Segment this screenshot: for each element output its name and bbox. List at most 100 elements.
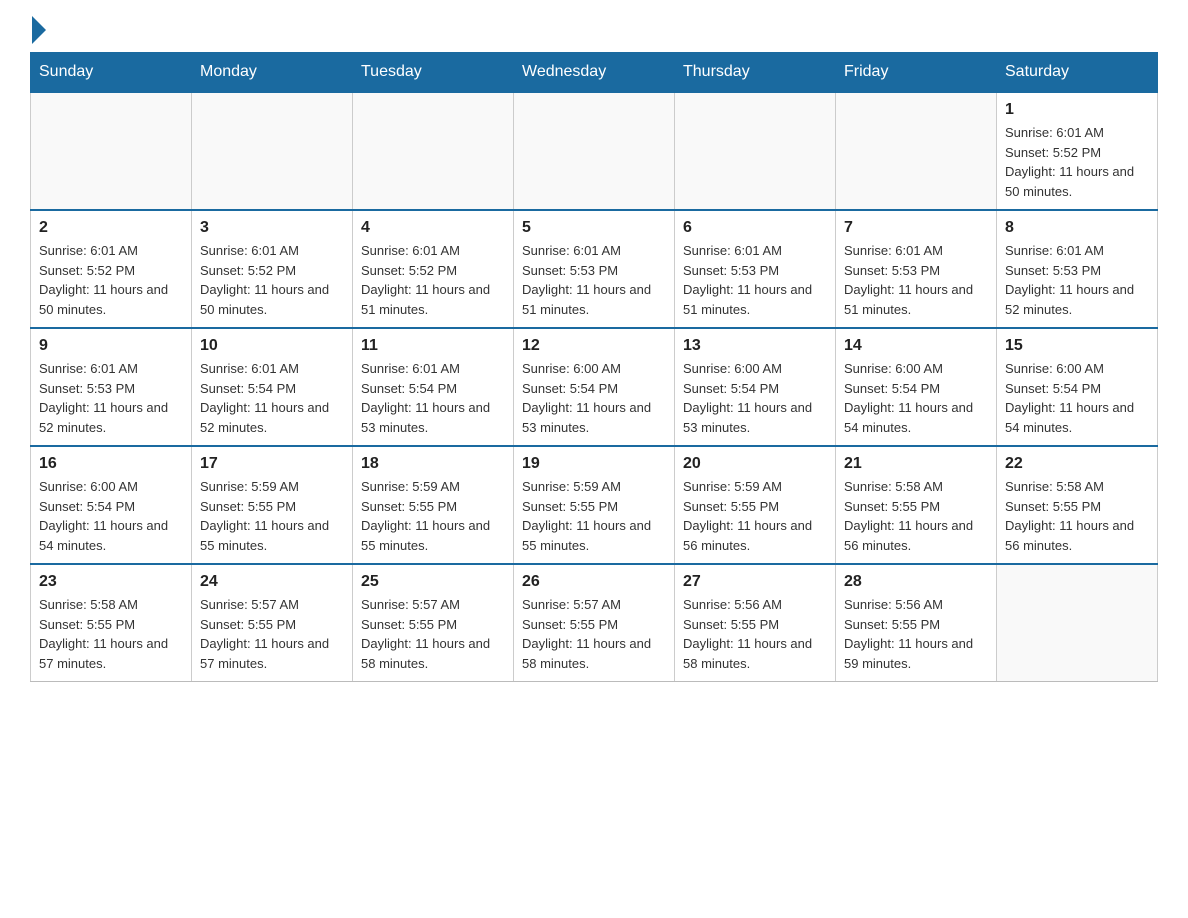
week-row-3: 9 Sunrise: 6:01 AMSunset: 5:53 PMDaylight… — [31, 328, 1158, 446]
day-number: 25 — [361, 573, 505, 591]
day-number: 18 — [361, 455, 505, 473]
calendar-cell: 17 Sunrise: 5:59 AMSunset: 5:55 PMDayligh… — [192, 446, 353, 564]
day-info: Sunrise: 6:01 AMSunset: 5:54 PMDaylight:… — [200, 359, 344, 437]
logo — [30, 20, 46, 40]
day-number: 2 — [39, 219, 183, 237]
calendar-cell — [192, 92, 353, 210]
day-info: Sunrise: 6:00 AMSunset: 5:54 PMDaylight:… — [522, 359, 666, 437]
week-row-2: 2 Sunrise: 6:01 AMSunset: 5:52 PMDaylight… — [31, 210, 1158, 328]
day-info: Sunrise: 5:58 AMSunset: 5:55 PMDaylight:… — [39, 595, 183, 673]
day-info: Sunrise: 5:56 AMSunset: 5:55 PMDaylight:… — [683, 595, 827, 673]
calendar-cell — [997, 564, 1158, 682]
weekday-header-saturday: Saturday — [997, 53, 1158, 93]
calendar-cell: 20 Sunrise: 5:59 AMSunset: 5:55 PMDayligh… — [675, 446, 836, 564]
calendar-cell: 7 Sunrise: 6:01 AMSunset: 5:53 PMDaylight… — [836, 210, 997, 328]
day-number: 21 — [844, 455, 988, 473]
day-info: Sunrise: 5:59 AMSunset: 5:55 PMDaylight:… — [361, 477, 505, 555]
calendar-cell: 26 Sunrise: 5:57 AMSunset: 5:55 PMDayligh… — [514, 564, 675, 682]
week-row-1: 1 Sunrise: 6:01 AMSunset: 5:52 PMDaylight… — [31, 92, 1158, 210]
day-number: 20 — [683, 455, 827, 473]
calendar-cell — [675, 92, 836, 210]
calendar-cell: 25 Sunrise: 5:57 AMSunset: 5:55 PMDayligh… — [353, 564, 514, 682]
day-number: 14 — [844, 337, 988, 355]
calendar-cell — [353, 92, 514, 210]
week-row-4: 16 Sunrise: 6:00 AMSunset: 5:54 PMDayligh… — [31, 446, 1158, 564]
day-info: Sunrise: 6:00 AMSunset: 5:54 PMDaylight:… — [844, 359, 988, 437]
calendar-cell: 23 Sunrise: 5:58 AMSunset: 5:55 PMDayligh… — [31, 564, 192, 682]
calendar-cell: 10 Sunrise: 6:01 AMSunset: 5:54 PMDayligh… — [192, 328, 353, 446]
day-number: 23 — [39, 573, 183, 591]
day-number: 27 — [683, 573, 827, 591]
day-number: 28 — [844, 573, 988, 591]
day-number: 5 — [522, 219, 666, 237]
day-info: Sunrise: 6:01 AMSunset: 5:53 PMDaylight:… — [683, 241, 827, 319]
day-info: Sunrise: 6:01 AMSunset: 5:52 PMDaylight:… — [39, 241, 183, 319]
day-number: 3 — [200, 219, 344, 237]
weekday-header-sunday: Sunday — [31, 53, 192, 93]
calendar-table: SundayMondayTuesdayWednesdayThursdayFrid… — [30, 52, 1158, 682]
day-number: 6 — [683, 219, 827, 237]
day-info: Sunrise: 5:59 AMSunset: 5:55 PMDaylight:… — [200, 477, 344, 555]
calendar-cell: 24Sunrise: 5:57 AMSunset: 5:55 PMDayligh… — [192, 564, 353, 682]
calendar-cell: 4Sunrise: 6:01 AMSunset: 5:52 PMDaylight… — [353, 210, 514, 328]
calendar-cell: 16 Sunrise: 6:00 AMSunset: 5:54 PMDayligh… — [31, 446, 192, 564]
day-info: Sunrise: 6:00 AMSunset: 5:54 PMDaylight:… — [683, 359, 827, 437]
calendar-cell: 18 Sunrise: 5:59 AMSunset: 5:55 PMDayligh… — [353, 446, 514, 564]
day-number: 15 — [1005, 337, 1149, 355]
day-info: Sunrise: 6:01 AMSunset: 5:52 PMDaylight:… — [200, 241, 344, 319]
calendar-cell: 12 Sunrise: 6:00 AMSunset: 5:54 PMDayligh… — [514, 328, 675, 446]
calendar-cell: 15 Sunrise: 6:00 AMSunset: 5:54 PMDayligh… — [997, 328, 1158, 446]
day-info: Sunrise: 5:59 AMSunset: 5:55 PMDaylight:… — [683, 477, 827, 555]
calendar-cell: 2 Sunrise: 6:01 AMSunset: 5:52 PMDaylight… — [31, 210, 192, 328]
day-number: 10 — [200, 337, 344, 355]
day-info: Sunrise: 6:01 AMSunset: 5:53 PMDaylight:… — [522, 241, 666, 319]
calendar-cell: 21 Sunrise: 5:58 AMSunset: 5:55 PMDayligh… — [836, 446, 997, 564]
weekday-header-tuesday: Tuesday — [353, 53, 514, 93]
day-number: 19 — [522, 455, 666, 473]
day-number: 1 — [1005, 101, 1149, 119]
calendar-cell: 22 Sunrise: 5:58 AMSunset: 5:55 PMDayligh… — [997, 446, 1158, 564]
day-number: 7 — [844, 219, 988, 237]
day-info: Sunrise: 6:01 AMSunset: 5:54 PMDaylight:… — [361, 359, 505, 437]
calendar-cell: 11Sunrise: 6:01 AMSunset: 5:54 PMDayligh… — [353, 328, 514, 446]
calendar-cell — [836, 92, 997, 210]
day-info: Sunrise: 6:01 AMSunset: 5:53 PMDaylight:… — [1005, 241, 1149, 319]
calendar-cell: 13 Sunrise: 6:00 AMSunset: 5:54 PMDayligh… — [675, 328, 836, 446]
calendar-cell: 1 Sunrise: 6:01 AMSunset: 5:52 PMDaylight… — [997, 92, 1158, 210]
day-number: 26 — [522, 573, 666, 591]
day-number: 22 — [1005, 455, 1149, 473]
day-info: Sunrise: 6:01 AMSunset: 5:52 PMDaylight:… — [1005, 123, 1149, 201]
calendar-cell: 14 Sunrise: 6:00 AMSunset: 5:54 PMDayligh… — [836, 328, 997, 446]
day-number: 16 — [39, 455, 183, 473]
week-row-5: 23 Sunrise: 5:58 AMSunset: 5:55 PMDayligh… — [31, 564, 1158, 682]
weekday-header-wednesday: Wednesday — [514, 53, 675, 93]
day-number: 12 — [522, 337, 666, 355]
calendar-cell — [31, 92, 192, 210]
day-info: Sunrise: 5:58 AMSunset: 5:55 PMDaylight:… — [1005, 477, 1149, 555]
day-info: Sunrise: 6:01 AMSunset: 5:53 PMDaylight:… — [844, 241, 988, 319]
weekday-header-friday: Friday — [836, 53, 997, 93]
day-info: Sunrise: 5:56 AMSunset: 5:55 PMDaylight:… — [844, 595, 988, 673]
calendar-cell: 28 Sunrise: 5:56 AMSunset: 5:55 PMDayligh… — [836, 564, 997, 682]
day-number: 8 — [1005, 219, 1149, 237]
weekday-header-thursday: Thursday — [675, 53, 836, 93]
calendar-cell: 6 Sunrise: 6:01 AMSunset: 5:53 PMDaylight… — [675, 210, 836, 328]
day-info: Sunrise: 5:57 AMSunset: 5:55 PMDaylight:… — [522, 595, 666, 673]
day-number: 13 — [683, 337, 827, 355]
day-info: Sunrise: 6:00 AMSunset: 5:54 PMDaylight:… — [39, 477, 183, 555]
day-info: Sunrise: 6:00 AMSunset: 5:54 PMDaylight:… — [1005, 359, 1149, 437]
logo-arrow-icon — [32, 16, 46, 44]
day-number: 9 — [39, 337, 183, 355]
calendar-cell: 8 Sunrise: 6:01 AMSunset: 5:53 PMDaylight… — [997, 210, 1158, 328]
page-header — [30, 20, 1158, 40]
day-info: Sunrise: 5:58 AMSunset: 5:55 PMDaylight:… — [844, 477, 988, 555]
weekday-header-monday: Monday — [192, 53, 353, 93]
day-info: Sunrise: 6:01 AMSunset: 5:53 PMDaylight:… — [39, 359, 183, 437]
day-info: Sunrise: 5:57 AMSunset: 5:55 PMDaylight:… — [361, 595, 505, 673]
calendar-cell: 3 Sunrise: 6:01 AMSunset: 5:52 PMDaylight… — [192, 210, 353, 328]
day-number: 17 — [200, 455, 344, 473]
day-number: 4 — [361, 219, 505, 237]
day-info: Sunrise: 5:57 AMSunset: 5:55 PMDaylight:… — [200, 595, 344, 673]
calendar-cell: 9 Sunrise: 6:01 AMSunset: 5:53 PMDaylight… — [31, 328, 192, 446]
calendar-cell: 5 Sunrise: 6:01 AMSunset: 5:53 PMDaylight… — [514, 210, 675, 328]
